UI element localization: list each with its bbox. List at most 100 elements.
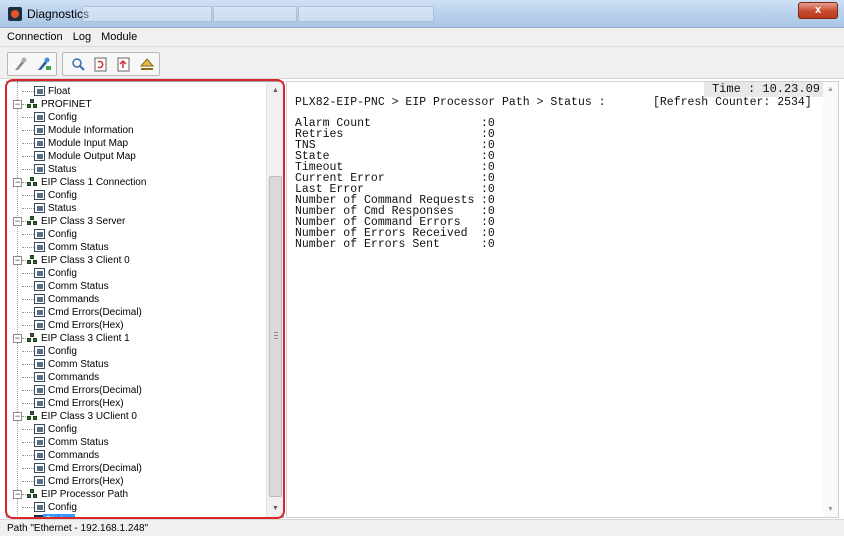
tree-label: EIP Class 3 UClient 0 bbox=[41, 411, 137, 422]
tree-item[interactable]: Commands bbox=[7, 449, 265, 462]
tree-label: Cmd Errors(Decimal) bbox=[48, 307, 142, 318]
view-icon bbox=[34, 268, 45, 278]
tree-label: Config bbox=[48, 229, 77, 240]
status-path: PLX82-EIP-PNC > EIP Processor Path > Sta… bbox=[295, 96, 606, 109]
app-icon bbox=[8, 7, 22, 21]
tree-item[interactable]: Commands bbox=[7, 293, 265, 306]
view-icon bbox=[34, 450, 45, 460]
tree-item[interactable]: Config bbox=[7, 501, 265, 514]
tree-group[interactable]: − EIP Class 3 UClient 0 bbox=[7, 410, 265, 423]
view-icon bbox=[34, 424, 45, 434]
tree-item[interactable]: Config bbox=[7, 267, 265, 280]
search-icon[interactable] bbox=[69, 56, 87, 73]
tree-item[interactable]: Comm Status bbox=[7, 241, 265, 254]
tree-item[interactable]: Comm Status bbox=[7, 436, 265, 449]
tree-group[interactable]: − EIP Class 3 Server bbox=[7, 215, 265, 228]
connect-icon[interactable] bbox=[35, 56, 53, 73]
tree-item[interactable]: Module Input Map bbox=[7, 137, 265, 150]
tree-label: Module Information bbox=[48, 125, 134, 136]
tree-label: Config bbox=[48, 346, 77, 357]
view-icon bbox=[34, 346, 45, 356]
view-icon bbox=[34, 281, 45, 291]
close-button[interactable]: x bbox=[798, 2, 838, 19]
tree-label: Config bbox=[48, 268, 77, 279]
tree-item[interactable]: Cmd Errors(Hex) bbox=[7, 319, 265, 332]
eject-icon[interactable] bbox=[138, 56, 156, 73]
tree-item[interactable]: Float bbox=[7, 85, 265, 98]
tree-label: Cmd Errors(Hex) bbox=[48, 320, 124, 331]
content-scroll-up[interactable]: ▲ bbox=[823, 82, 838, 97]
background-tab bbox=[298, 6, 434, 22]
tree-item[interactable]: Comm Status bbox=[7, 280, 265, 293]
disconnect-icon[interactable] bbox=[12, 56, 30, 73]
tree-item[interactable]: Cmd Errors(Hex) bbox=[7, 397, 265, 410]
tree-item[interactable]: Config bbox=[7, 423, 265, 436]
tree-label: Config bbox=[48, 190, 77, 201]
tree-label: Status bbox=[43, 514, 76, 517]
tree-item[interactable]: Cmd Errors(Decimal) bbox=[7, 462, 265, 475]
collapse-icon[interactable]: − bbox=[13, 490, 22, 499]
view-icon bbox=[34, 476, 45, 486]
tree-label: Cmd Errors(Decimal) bbox=[48, 385, 142, 396]
collapse-icon[interactable]: − bbox=[13, 256, 22, 265]
tree-item[interactable]: Cmd Errors(Hex) bbox=[7, 475, 265, 488]
scroll-down-arrow[interactable]: ▼ bbox=[267, 500, 283, 517]
scroll-thumb[interactable] bbox=[269, 176, 282, 497]
collapse-icon[interactable]: − bbox=[13, 412, 22, 421]
collapse-icon[interactable]: − bbox=[13, 178, 22, 187]
tree-group[interactable]: − PROFINET bbox=[7, 98, 265, 111]
tree-group[interactable]: − EIP Class 1 Connection bbox=[7, 176, 265, 189]
tree-group[interactable]: − EIP Processor Path bbox=[7, 488, 265, 501]
collapse-icon[interactable]: − bbox=[13, 334, 22, 343]
time-display: Time : 10.23.09 bbox=[703, 82, 823, 97]
upload-icon[interactable] bbox=[115, 56, 133, 73]
collapse-icon[interactable]: − bbox=[13, 217, 22, 226]
view-icon bbox=[34, 112, 45, 122]
menu-log[interactable]: Log bbox=[69, 28, 94, 43]
view-icon bbox=[34, 86, 45, 96]
network-icon bbox=[27, 333, 38, 343]
tree-item[interactable]: Status bbox=[7, 163, 265, 176]
tree-item[interactable]: Config bbox=[7, 345, 265, 358]
tree-label: EIP Class 1 Connection bbox=[41, 177, 147, 188]
background-tab bbox=[213, 6, 297, 22]
refresh-counter: [Refresh Counter: 2534] bbox=[653, 96, 812, 109]
tree-item[interactable]: Status bbox=[7, 202, 265, 215]
status-bar: Path "Ethernet - 192.168.1.248" bbox=[0, 519, 844, 536]
view-icon bbox=[34, 229, 45, 239]
tree-item[interactable]: Module Output Map bbox=[7, 150, 265, 163]
tree-label: Commands bbox=[48, 450, 100, 461]
tree-item[interactable]: Config bbox=[7, 189, 265, 202]
view-icon bbox=[34, 385, 45, 395]
tree-item[interactable]: Module Information bbox=[7, 124, 265, 137]
tree-item[interactable]: Cmd Errors(Decimal) bbox=[7, 384, 265, 397]
tree-group[interactable]: − EIP Class 3 Client 1 bbox=[7, 332, 265, 345]
view-icon bbox=[34, 190, 45, 200]
collapse-icon[interactable]: − bbox=[13, 100, 22, 109]
content-scrollbar[interactable]: ▲ ▼ bbox=[823, 82, 838, 517]
connection-path: Path "Ethernet - 192.168.1.248" bbox=[7, 523, 149, 534]
module-tree[interactable]: Float − PROFINET Config Module Information Mo… bbox=[6, 81, 284, 518]
tree-item[interactable]: Config bbox=[7, 111, 265, 124]
menu-connection[interactable]: Connection bbox=[0, 28, 66, 43]
tree-label: Commands bbox=[48, 294, 100, 305]
view-icon bbox=[34, 437, 45, 447]
tree-item[interactable]: Commands bbox=[7, 371, 265, 384]
tree-item[interactable]: Comm Status bbox=[7, 358, 265, 371]
tree-group[interactable]: − EIP Class 3 Client 0 bbox=[7, 254, 265, 267]
tree-item[interactable]: Config bbox=[7, 228, 265, 241]
refresh-icon[interactable] bbox=[92, 56, 110, 73]
tree-item[interactable]: Cmd Errors(Decimal) bbox=[7, 306, 265, 319]
tree-item[interactable]: Status bbox=[7, 514, 265, 517]
view-icon bbox=[34, 359, 45, 369]
tree-label: Config bbox=[48, 502, 77, 513]
content-scroll-down[interactable]: ▼ bbox=[823, 502, 838, 517]
tree-label: Cmd Errors(Decimal) bbox=[48, 463, 142, 474]
tree-scrollbar[interactable]: ▲ ▼ bbox=[266, 82, 283, 517]
network-icon bbox=[27, 255, 38, 265]
view-icon bbox=[34, 242, 45, 252]
scroll-up-arrow[interactable]: ▲ bbox=[267, 82, 283, 99]
tree-label: EIP Class 3 Server bbox=[41, 216, 126, 227]
tree-label: EIP Class 3 Client 0 bbox=[41, 255, 130, 266]
menu-module[interactable]: Module bbox=[97, 28, 140, 43]
